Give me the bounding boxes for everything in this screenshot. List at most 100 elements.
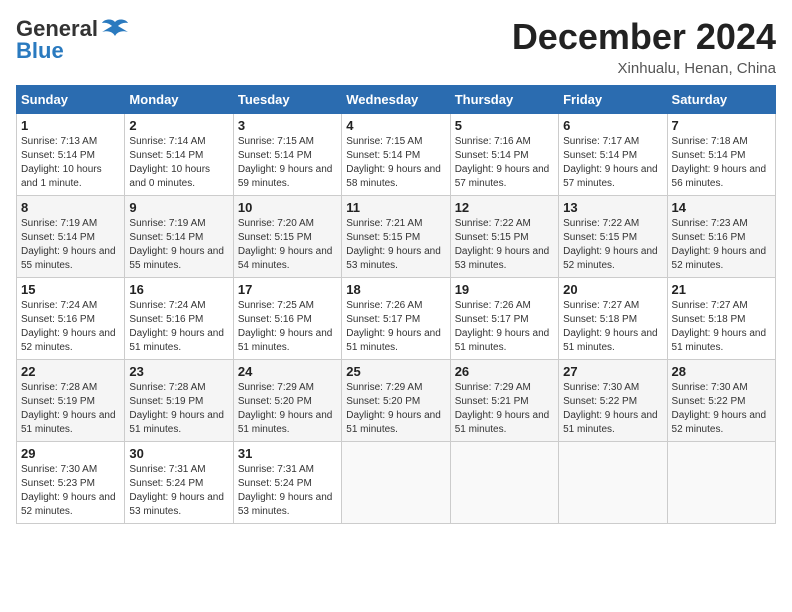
day-info: Sunrise: 7:18 AMSunset: 5:14 PMDaylight:…	[672, 136, 767, 189]
day-number: 16	[129, 282, 228, 297]
weekday-header-sunday: Sunday	[17, 86, 125, 114]
weekday-header-saturday: Saturday	[667, 86, 775, 114]
day-info: Sunrise: 7:25 AMSunset: 5:16 PMDaylight:…	[238, 300, 333, 353]
day-number: 4	[346, 118, 445, 133]
day-info: Sunrise: 7:19 AMSunset: 5:14 PMDaylight:…	[129, 218, 224, 271]
calendar-day-cell: 4Sunrise: 7:15 AMSunset: 5:14 PMDaylight…	[342, 114, 450, 196]
calendar-day-cell: 16 Sunrise: 7:24 AMSunset: 5:16 PMDayligh…	[125, 278, 233, 360]
day-number: 29	[21, 446, 120, 461]
weekday-header-friday: Friday	[559, 86, 667, 114]
weekday-header-wednesday: Wednesday	[342, 86, 450, 114]
calendar-day-cell: 15Sunrise: 7:24 AMSunset: 5:16 PMDayligh…	[17, 278, 125, 360]
day-number: 31	[238, 446, 337, 461]
day-number: 10	[238, 200, 337, 215]
calendar-empty-cell	[450, 442, 558, 524]
calendar-day-cell: 13 Sunrise: 7:22 AMSunset: 5:15 PMDayligh…	[559, 196, 667, 278]
day-info: Sunrise: 7:14 AMSunset: 5:14 PMDaylight:…	[129, 136, 210, 189]
calendar-day-cell: 30 Sunrise: 7:31 AMSunset: 5:24 PMDayligh…	[125, 442, 233, 524]
day-info: Sunrise: 7:29 AMSunset: 5:20 PMDaylight:…	[346, 382, 441, 435]
day-info: Sunrise: 7:20 AMSunset: 5:15 PMDaylight:…	[238, 218, 333, 271]
calendar-day-cell: 18Sunrise: 7:26 AMSunset: 5:17 PMDayligh…	[342, 278, 450, 360]
day-info: Sunrise: 7:28 AMSunset: 5:19 PMDaylight:…	[129, 382, 224, 435]
day-info: Sunrise: 7:30 AMSunset: 5:22 PMDaylight:…	[563, 382, 658, 435]
calendar-day-cell: 19 Sunrise: 7:26 AMSunset: 5:17 PMDayligh…	[450, 278, 558, 360]
calendar-day-cell: 23 Sunrise: 7:28 AMSunset: 5:19 PMDayligh…	[125, 360, 233, 442]
day-info: Sunrise: 7:23 AMSunset: 5:16 PMDaylight:…	[672, 218, 767, 271]
day-number: 12	[455, 200, 554, 215]
calendar-empty-cell	[342, 442, 450, 524]
calendar-day-cell: 3 Sunrise: 7:15 AMSunset: 5:14 PMDaylight…	[233, 114, 341, 196]
calendar-day-cell: 29Sunrise: 7:30 AMSunset: 5:23 PMDayligh…	[17, 442, 125, 524]
calendar-empty-cell	[667, 442, 775, 524]
calendar-day-cell: 24Sunrise: 7:29 AMSunset: 5:20 PMDayligh…	[233, 360, 341, 442]
weekday-header-thursday: Thursday	[450, 86, 558, 114]
day-number: 25	[346, 364, 445, 379]
day-info: Sunrise: 7:21 AMSunset: 5:15 PMDaylight:…	[346, 218, 441, 271]
calendar-week-row: 22 Sunrise: 7:28 AMSunset: 5:19 PMDayligh…	[17, 360, 776, 442]
weekday-header-monday: Monday	[125, 86, 233, 114]
day-info: Sunrise: 7:16 AMSunset: 5:14 PMDaylight:…	[455, 136, 550, 189]
day-info: Sunrise: 7:31 AMSunset: 5:24 PMDaylight:…	[238, 464, 333, 517]
day-info: Sunrise: 7:28 AMSunset: 5:19 PMDaylight:…	[21, 382, 116, 435]
day-info: Sunrise: 7:24 AMSunset: 5:16 PMDaylight:…	[129, 300, 224, 353]
calendar-day-cell: 21 Sunrise: 7:27 AMSunset: 5:18 PMDayligh…	[667, 278, 775, 360]
location-subtitle: Xinhualu, Henan, China	[512, 60, 776, 77]
day-number: 5	[455, 118, 554, 133]
day-number: 21	[672, 282, 771, 297]
weekday-header-row: SundayMondayTuesdayWednesdayThursdayFrid…	[17, 86, 776, 114]
day-info: Sunrise: 7:27 AMSunset: 5:18 PMDaylight:…	[672, 300, 767, 353]
day-number: 24	[238, 364, 337, 379]
day-number: 3	[238, 118, 337, 133]
weekday-header-tuesday: Tuesday	[233, 86, 341, 114]
day-info: Sunrise: 7:13 AMSunset: 5:14 PMDaylight:…	[21, 136, 102, 189]
logo-bird-icon	[100, 18, 130, 40]
day-number: 27	[563, 364, 662, 379]
calendar-day-cell: 8 Sunrise: 7:19 AMSunset: 5:14 PMDaylight…	[17, 196, 125, 278]
calendar-week-row: 15Sunrise: 7:24 AMSunset: 5:16 PMDayligh…	[17, 278, 776, 360]
day-number: 2	[129, 118, 228, 133]
day-number: 7	[672, 118, 771, 133]
day-number: 20	[563, 282, 662, 297]
day-info: Sunrise: 7:26 AMSunset: 5:17 PMDaylight:…	[455, 300, 550, 353]
calendar-day-cell: 5 Sunrise: 7:16 AMSunset: 5:14 PMDaylight…	[450, 114, 558, 196]
calendar-day-cell: 31 Sunrise: 7:31 AMSunset: 5:24 PMDayligh…	[233, 442, 341, 524]
day-info: Sunrise: 7:29 AMSunset: 5:21 PMDaylight:…	[455, 382, 550, 435]
calendar-week-row: 1Sunrise: 7:13 AMSunset: 5:14 PMDaylight…	[17, 114, 776, 196]
day-info: Sunrise: 7:31 AMSunset: 5:24 PMDaylight:…	[129, 464, 224, 517]
day-number: 19	[455, 282, 554, 297]
day-number: 8	[21, 200, 120, 215]
calendar-day-cell: 14 Sunrise: 7:23 AMSunset: 5:16 PMDayligh…	[667, 196, 775, 278]
day-info: Sunrise: 7:15 AMSunset: 5:14 PMDaylight:…	[238, 136, 333, 189]
day-info: Sunrise: 7:22 AMSunset: 5:15 PMDaylight:…	[455, 218, 550, 271]
calendar-empty-cell	[559, 442, 667, 524]
day-info: Sunrise: 7:24 AMSunset: 5:16 PMDaylight:…	[21, 300, 116, 353]
day-info: Sunrise: 7:27 AMSunset: 5:18 PMDaylight:…	[563, 300, 658, 353]
day-number: 14	[672, 200, 771, 215]
day-number: 30	[129, 446, 228, 461]
day-number: 13	[563, 200, 662, 215]
day-number: 23	[129, 364, 228, 379]
calendar-day-cell: 20 Sunrise: 7:27 AMSunset: 5:18 PMDayligh…	[559, 278, 667, 360]
day-number: 18	[346, 282, 445, 297]
calendar-table: SundayMondayTuesdayWednesdayThursdayFrid…	[16, 85, 776, 524]
calendar-day-cell: 9 Sunrise: 7:19 AMSunset: 5:14 PMDaylight…	[125, 196, 233, 278]
day-number: 26	[455, 364, 554, 379]
calendar-day-cell: 2 Sunrise: 7:14 AMSunset: 5:14 PMDaylight…	[125, 114, 233, 196]
calendar-day-cell: 27 Sunrise: 7:30 AMSunset: 5:22 PMDayligh…	[559, 360, 667, 442]
day-number: 17	[238, 282, 337, 297]
day-info: Sunrise: 7:22 AMSunset: 5:15 PMDaylight:…	[563, 218, 658, 271]
logo: General Blue	[16, 16, 130, 64]
day-info: Sunrise: 7:30 AMSunset: 5:22 PMDaylight:…	[672, 382, 767, 435]
calendar-day-cell: 12 Sunrise: 7:22 AMSunset: 5:15 PMDayligh…	[450, 196, 558, 278]
calendar-day-cell: 11Sunrise: 7:21 AMSunset: 5:15 PMDayligh…	[342, 196, 450, 278]
day-info: Sunrise: 7:19 AMSunset: 5:14 PMDaylight:…	[21, 218, 116, 271]
calendar-day-cell: 10 Sunrise: 7:20 AMSunset: 5:15 PMDayligh…	[233, 196, 341, 278]
calendar-day-cell: 25 Sunrise: 7:29 AMSunset: 5:20 PMDayligh…	[342, 360, 450, 442]
page-header: General Blue December 2024 Xinhualu, Hen…	[16, 16, 776, 77]
day-number: 22	[21, 364, 120, 379]
calendar-day-cell: 26 Sunrise: 7:29 AMSunset: 5:21 PMDayligh…	[450, 360, 558, 442]
day-number: 9	[129, 200, 228, 215]
month-title: December 2024	[512, 16, 776, 58]
calendar-week-row: 8 Sunrise: 7:19 AMSunset: 5:14 PMDaylight…	[17, 196, 776, 278]
day-number: 6	[563, 118, 662, 133]
